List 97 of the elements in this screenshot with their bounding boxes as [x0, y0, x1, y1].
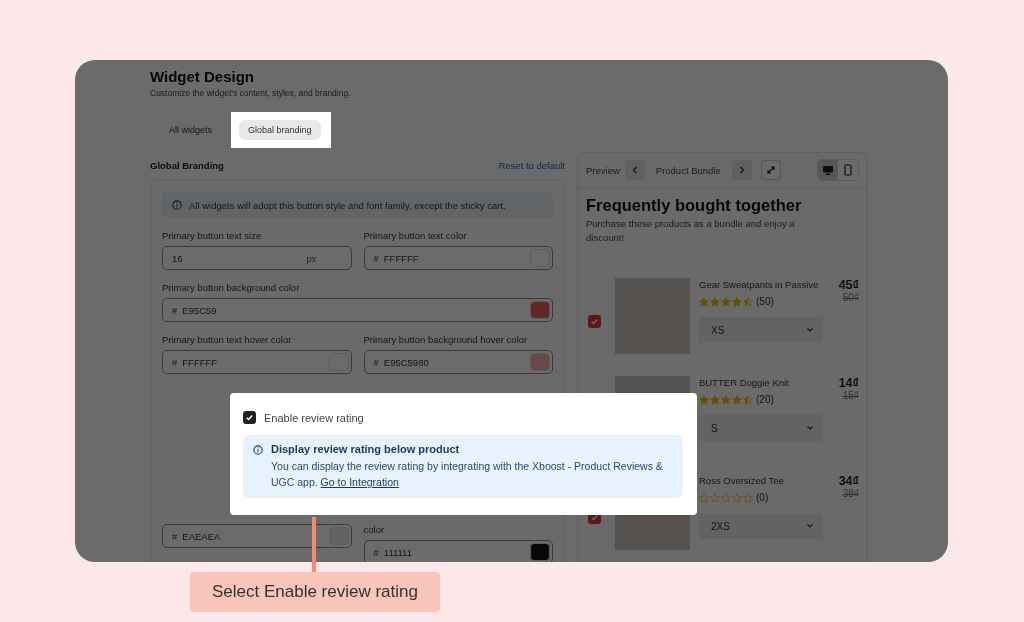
checkbox[interactable]	[588, 315, 601, 328]
field-label: Primary button text size	[162, 230, 263, 242]
color-field[interactable]: # EAEAEA	[162, 524, 352, 548]
color-field[interactable]: # E95C59	[162, 298, 553, 322]
caret-icon	[806, 327, 814, 333]
info-text: You can display the review rating by integrating with the Xboost - Product Reviews & UGC app. Go to Integration	[271, 459, 664, 490]
star-icon	[732, 296, 742, 307]
expand-icon	[765, 165, 776, 175]
color-field[interactable]: # FFFFFF	[363, 246, 553, 270]
caret-icon	[806, 425, 814, 431]
star-icon	[721, 394, 731, 405]
price: 14₫	[838, 376, 859, 390]
color-swatch[interactable]	[530, 249, 550, 267]
color-swatch[interactable]	[530, 543, 550, 561]
star-icon	[721, 492, 731, 503]
hash-label: #	[172, 356, 178, 368]
field-label: Primary button background hover color	[363, 334, 529, 346]
unit-label: px	[306, 252, 317, 264]
star-icon	[743, 296, 753, 307]
page-title: Widget Design	[150, 68, 256, 85]
widget-subtitle: Purchase these products as a bundle and enjoy a discount!	[585, 217, 796, 245]
product-name: Gear Sweatpants in Passive	[699, 278, 820, 292]
field-value: E95C59	[182, 304, 218, 316]
hash-label: #	[172, 304, 178, 316]
tab[interactable]: All widgets	[160, 120, 222, 140]
size-field[interactable]: 16 px	[162, 246, 352, 270]
next-button[interactable]	[731, 160, 752, 180]
field-value: FFFFFF	[383, 252, 420, 264]
chevron-right-icon	[737, 166, 746, 174]
check-icon	[245, 413, 254, 422]
size-dropdown[interactable]: XS	[699, 317, 823, 343]
star-icon	[710, 296, 720, 307]
star-icon	[710, 492, 720, 503]
callout-label: Select Enable review rating	[190, 572, 440, 612]
color-field[interactable]: # E95C5980	[363, 350, 553, 374]
check-icon	[590, 317, 599, 326]
color-swatch[interactable]	[328, 353, 349, 371]
notice-text: All widgets will adopt this button style and font family, except the sticky cart.	[189, 199, 506, 211]
integration-link[interactable]: Go to Integration	[320, 476, 399, 488]
star-icon	[732, 492, 742, 503]
section-title: Global Branding	[150, 160, 224, 171]
product-name: Ross Oversized Tee	[699, 474, 785, 488]
desktop-icon	[822, 164, 834, 176]
size-dropdown[interactable]: S	[699, 415, 823, 441]
desktop-view-button[interactable]	[818, 160, 838, 180]
price: 34₫	[838, 474, 859, 488]
info-icon	[253, 445, 263, 455]
chevron-left-icon	[630, 166, 639, 174]
tab[interactable]: Global branding	[239, 120, 321, 140]
review-count: (20)	[756, 394, 774, 405]
review-count: (50)	[756, 296, 774, 307]
color-swatch[interactable]	[530, 301, 550, 319]
widget-title: Frequently bought together	[585, 195, 803, 215]
checkbox[interactable]	[243, 411, 256, 424]
widget-name: Product Bundle	[654, 164, 722, 176]
color-field[interactable]: # 111111	[363, 540, 553, 562]
product-name: BUTTER Doggie Knit	[699, 376, 790, 390]
review-count: (0)	[756, 492, 769, 503]
hash-label: #	[373, 546, 379, 558]
price: 45₫	[838, 278, 859, 292]
star-icon	[699, 296, 709, 307]
star-icon	[743, 394, 753, 405]
size-dropdown[interactable]: 2XS	[699, 513, 823, 539]
star-icon	[710, 394, 720, 405]
star-icon	[699, 394, 709, 405]
field-value: FFFFFF	[182, 356, 219, 368]
info-icon	[172, 200, 182, 210]
checkbox-label[interactable]: Enable review rating	[264, 411, 364, 424]
field-label: color	[363, 524, 386, 536]
reset-link[interactable]: Reset to default	[498, 160, 565, 171]
star-icon	[743, 492, 753, 503]
old-price: 38₫	[842, 488, 859, 499]
previous-button[interactable]	[624, 160, 645, 180]
field-value: E95C5980	[383, 356, 430, 368]
hash-label: #	[373, 356, 379, 368]
field-value: 111111	[383, 546, 413, 558]
star-icon	[721, 296, 731, 307]
field-value: 16	[172, 252, 184, 264]
field-value: EAEAEA	[182, 530, 222, 542]
caret-icon	[806, 523, 814, 529]
color-swatch[interactable]	[328, 527, 349, 545]
info-title: Display review rating below product	[271, 443, 461, 455]
phone-icon	[844, 164, 852, 176]
hash-label: #	[373, 252, 379, 264]
field-label: Primary button text color	[363, 230, 468, 242]
page-subtitle: Customize the widget's content, styles, and branding.	[150, 88, 352, 98]
field-label: Primary button background color	[162, 282, 301, 294]
old-price: 50₫	[842, 292, 859, 303]
hash-label: #	[172, 530, 178, 542]
star-icon	[732, 394, 742, 405]
field-label: Primary button text hover color	[162, 334, 293, 346]
preview-label: Preview	[586, 164, 620, 176]
color-swatch[interactable]	[530, 353, 550, 371]
star-icon	[699, 492, 709, 503]
old-price: 15₫	[842, 390, 859, 401]
color-field[interactable]: # FFFFFF	[162, 350, 352, 374]
expand-button[interactable]	[760, 160, 781, 180]
